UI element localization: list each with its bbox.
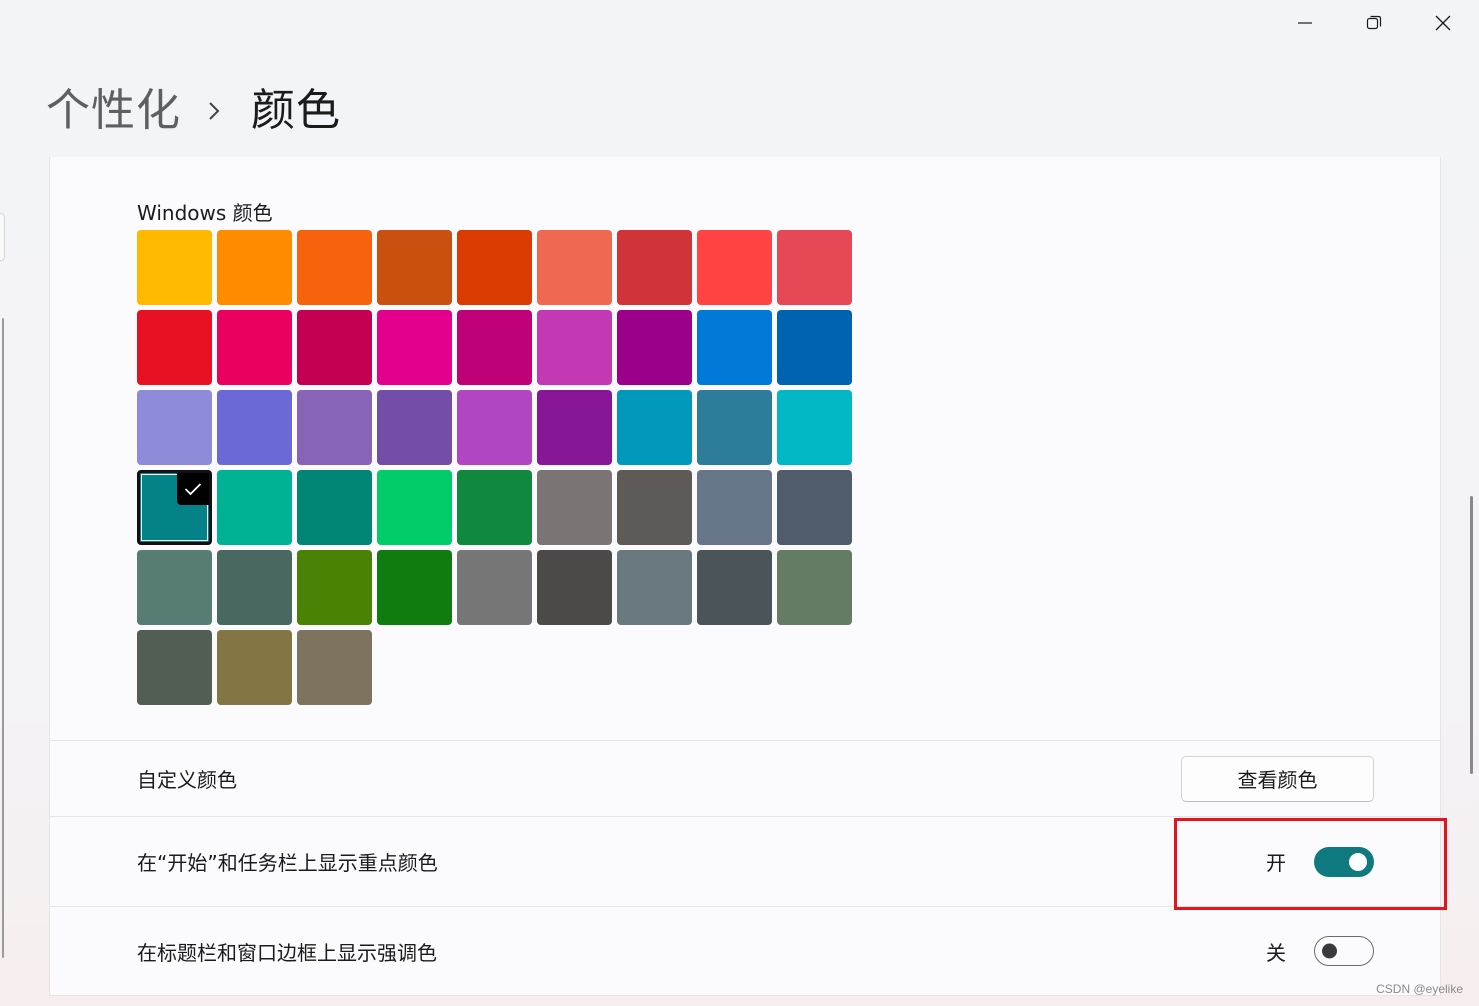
color-swatch[interactable] [617, 310, 692, 385]
start-taskbar-accent-state: 开 [1266, 851, 1286, 875]
color-swatch[interactable] [617, 390, 692, 465]
restore-icon [1366, 15, 1382, 30]
color-swatch[interactable] [217, 310, 292, 385]
color-swatch[interactable] [137, 310, 212, 385]
minimize-icon [1298, 22, 1312, 24]
close-icon [1435, 15, 1451, 31]
color-swatch[interactable] [377, 390, 452, 465]
color-swatch[interactable] [217, 630, 292, 705]
color-swatch[interactable] [297, 390, 372, 465]
windows-colors-section: Windows 颜色 [49, 157, 1441, 741]
windows-colors-label: Windows 颜色 [137, 201, 273, 225]
color-swatch[interactable] [217, 230, 292, 305]
minimize-button[interactable] [1285, 6, 1325, 40]
color-swatch[interactable] [297, 470, 372, 545]
start-taskbar-accent-row: 在“开始”和任务栏上显示重点颜色 开 [49, 816, 1441, 907]
color-swatch[interactable] [297, 550, 372, 625]
color-swatch[interactable] [137, 550, 212, 625]
watermark: CSDN @eyelike [1376, 982, 1463, 996]
color-swatch[interactable] [297, 310, 372, 385]
titlebar-accent-state: 关 [1266, 940, 1286, 965]
restore-button[interactable] [1354, 6, 1394, 40]
breadcrumb: 个性化 颜色 [46, 80, 341, 142]
color-swatch[interactable] [457, 470, 532, 545]
color-swatch[interactable] [137, 230, 212, 305]
color-swatch[interactable] [697, 310, 772, 385]
color-swatch[interactable] [137, 630, 212, 705]
toggle-knob [1322, 943, 1337, 959]
color-swatch[interactable] [377, 470, 452, 545]
color-swatch[interactable] [217, 550, 292, 625]
titlebar-accent-row: 在标题栏和窗口边框上显示强调色 关 [49, 906, 1441, 996]
color-swatch[interactable] [217, 390, 292, 465]
color-swatch[interactable] [777, 550, 852, 625]
breadcrumb-parent[interactable]: 个性化 [46, 80, 181, 142]
color-swatch[interactable] [457, 230, 532, 305]
color-swatch[interactable] [617, 470, 692, 545]
color-swatch[interactable] [137, 390, 212, 465]
color-swatch-grid [137, 230, 857, 705]
color-swatch[interactable] [297, 230, 372, 305]
color-swatch[interactable] [377, 550, 452, 625]
color-swatch[interactable] [777, 230, 852, 305]
color-swatch[interactable] [537, 230, 612, 305]
color-swatch[interactable] [137, 470, 212, 545]
color-swatch[interactable] [297, 630, 372, 705]
color-swatch[interactable] [617, 230, 692, 305]
color-swatch[interactable] [697, 230, 772, 305]
view-colors-button[interactable]: 查看颜色 [1181, 755, 1374, 802]
color-swatch[interactable] [697, 550, 772, 625]
custom-color-row: 自定义颜色 查看颜色 [49, 740, 1441, 817]
color-swatch[interactable] [777, 470, 852, 545]
checkmark-icon [177, 473, 209, 505]
page-title: 颜色 [251, 85, 341, 136]
titlebar-accent-toggle[interactable] [1314, 936, 1374, 966]
color-swatch[interactable] [537, 390, 612, 465]
close-button[interactable] [1423, 6, 1463, 40]
color-swatch[interactable] [377, 310, 452, 385]
color-swatch[interactable] [457, 550, 532, 625]
vertical-scrollbar[interactable] [1470, 496, 1473, 774]
color-swatch[interactable] [457, 390, 532, 465]
settings-window: 个性化 颜色 Windows 颜色 自定义颜色 查看颜色 在“开始”和任务栏上显… [0, 0, 1479, 1006]
color-swatch[interactable] [617, 550, 692, 625]
color-swatch[interactable] [777, 390, 852, 465]
color-swatch[interactable] [537, 550, 612, 625]
toggle-knob [1349, 852, 1367, 871]
start-taskbar-accent-toggle[interactable] [1314, 846, 1374, 877]
color-swatch[interactable] [457, 310, 532, 385]
color-swatch[interactable] [697, 470, 772, 545]
nav-pane-edge [2, 318, 4, 958]
nav-pane-tab[interactable] [0, 213, 5, 261]
color-swatch[interactable] [537, 310, 612, 385]
chevron-right-icon [207, 100, 221, 122]
color-swatch[interactable] [777, 310, 852, 385]
color-swatch[interactable] [377, 230, 452, 305]
start-taskbar-accent-label: 在“开始”和任务栏上显示重点颜色 [137, 851, 438, 875]
color-swatch[interactable] [217, 470, 292, 545]
titlebar-accent-label: 在标题栏和窗口边框上显示强调色 [137, 940, 437, 965]
custom-color-label: 自定义颜色 [137, 768, 237, 792]
color-swatch[interactable] [537, 470, 612, 545]
color-swatch[interactable] [697, 390, 772, 465]
